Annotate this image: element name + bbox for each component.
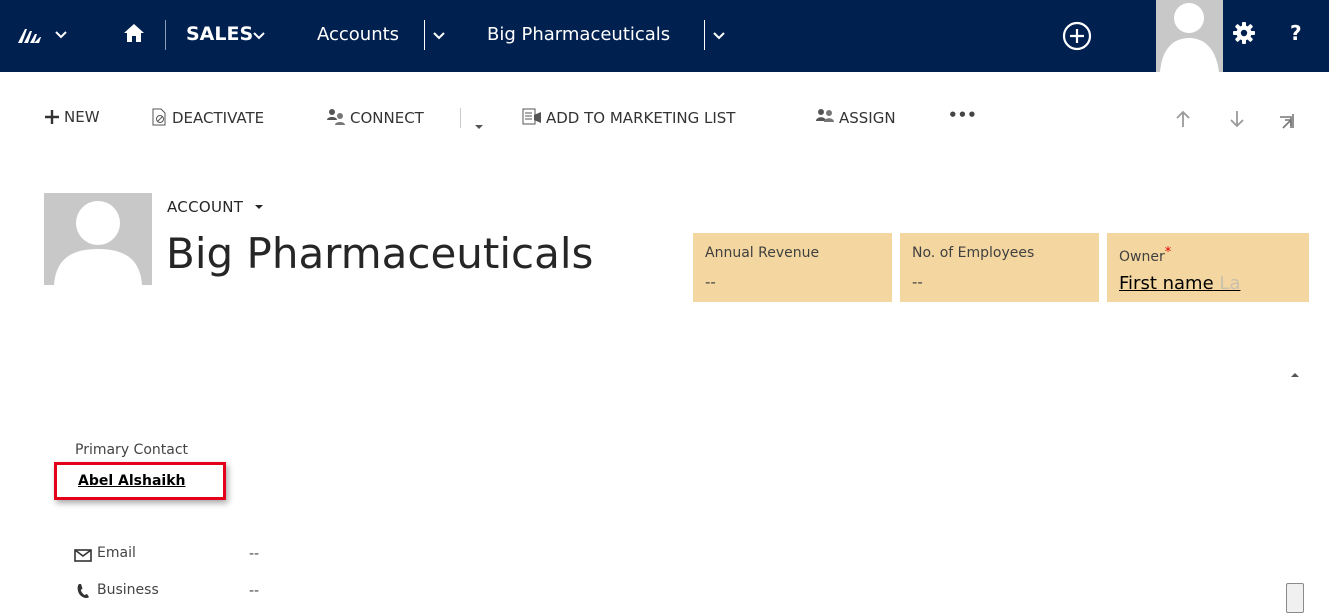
nav-divider (165, 20, 166, 50)
connect-button-label: CONNECT (350, 109, 424, 127)
connect-dropdown-arrow-icon[interactable] (474, 113, 488, 131)
command-divider (460, 108, 461, 128)
annual-revenue-value[interactable]: -- (705, 273, 716, 291)
new-button[interactable]: NEW (44, 108, 100, 126)
deactivate-button-label: DEACTIVATE (172, 109, 265, 127)
primary-contact-link[interactable]: Abel Alshaikh (78, 473, 185, 489)
connect-icon (327, 109, 345, 125)
owner-value-faded: La (1219, 273, 1241, 294)
next-record-arrow-icon[interactable] (1230, 110, 1248, 129)
top-nav-bar: SALES Accounts Big Pharmaceuticals ? (0, 0, 1329, 72)
owner-label-group: Owner* (1119, 245, 1171, 265)
marketing-list-icon (522, 108, 541, 125)
assign-icon (816, 109, 834, 122)
email-value[interactable]: -- (249, 546, 259, 562)
email-icon (74, 547, 92, 566)
required-asterisk: * (1164, 245, 1172, 260)
create-plus-circle-icon[interactable] (1061, 20, 1093, 52)
gear-icon[interactable] (1233, 22, 1255, 44)
annual-revenue-label: Annual Revenue (705, 245, 820, 261)
header-tile-employees: No. of Employees -- (900, 233, 1099, 302)
add-to-marketing-list-button[interactable]: ADD TO MARKETING LIST (522, 108, 735, 127)
deactivate-button[interactable]: DEACTIVATE (151, 108, 264, 127)
form-selector[interactable]: ACCOUNT (167, 198, 264, 216)
chevron-down-icon[interactable] (55, 31, 67, 39)
sales-chevron-down-icon[interactable] (253, 32, 265, 40)
new-button-label: NEW (64, 108, 100, 126)
previous-record-arrow-icon[interactable] (1176, 110, 1194, 129)
home-icon[interactable] (123, 22, 145, 44)
scroll-up-arrow-icon[interactable] (1288, 366, 1302, 378)
add-to-marketing-list-label: ADD TO MARKETING LIST (546, 109, 736, 127)
business-phone-value[interactable]: -- (249, 583, 259, 599)
plus-icon (45, 110, 59, 124)
nav-breadcrumb-accounts[interactable]: Accounts (317, 24, 399, 45)
assign-button[interactable]: ASSIGN (815, 108, 896, 127)
expand-icon[interactable] (1279, 112, 1299, 130)
header-tile-annual-revenue: Annual Revenue -- (693, 233, 892, 302)
nav-breadcrumb-record[interactable]: Big Pharmaceuticals (487, 24, 670, 45)
owner-lookup-link[interactable]: First name La (1119, 273, 1240, 294)
deactivate-icon (152, 108, 166, 126)
primary-contact-label: Primary Contact (75, 442, 189, 458)
nav-divider (424, 20, 425, 50)
assign-button-label: ASSIGN (839, 109, 896, 127)
record-chevron-down-icon[interactable] (713, 32, 725, 40)
employees-value[interactable]: -- (912, 273, 923, 291)
dynamics-logo-icon[interactable] (18, 25, 42, 45)
connect-button[interactable]: CONNECT (326, 108, 424, 127)
scrollbar-track[interactable] (1286, 380, 1304, 580)
record-title: Big Pharmaceuticals (166, 229, 594, 278)
nav-module-sales[interactable]: SALES (186, 23, 253, 45)
more-commands-button[interactable]: ••• (948, 106, 977, 124)
owner-label: Owner (1119, 249, 1165, 265)
record-image[interactable] (44, 193, 152, 285)
header-tile-owner: Owner* First name La (1107, 233, 1309, 302)
user-avatar[interactable] (1156, 0, 1223, 72)
accounts-chevron-down-icon[interactable] (433, 32, 445, 40)
employees-label: No. of Employees (912, 245, 1035, 261)
nav-divider (704, 20, 705, 50)
user-silhouette-icon (1160, 3, 1219, 72)
owner-value: First name (1119, 273, 1214, 294)
email-label: Email (97, 545, 136, 561)
account-silhouette-icon (54, 201, 142, 285)
scrollbar-thumb[interactable] (1286, 583, 1304, 613)
form-selector-caret-icon (255, 205, 264, 209)
phone-icon (76, 583, 90, 603)
business-phone-label: Business (97, 582, 159, 598)
help-icon[interactable]: ? (1290, 21, 1302, 45)
entity-label: ACCOUNT (167, 198, 244, 216)
